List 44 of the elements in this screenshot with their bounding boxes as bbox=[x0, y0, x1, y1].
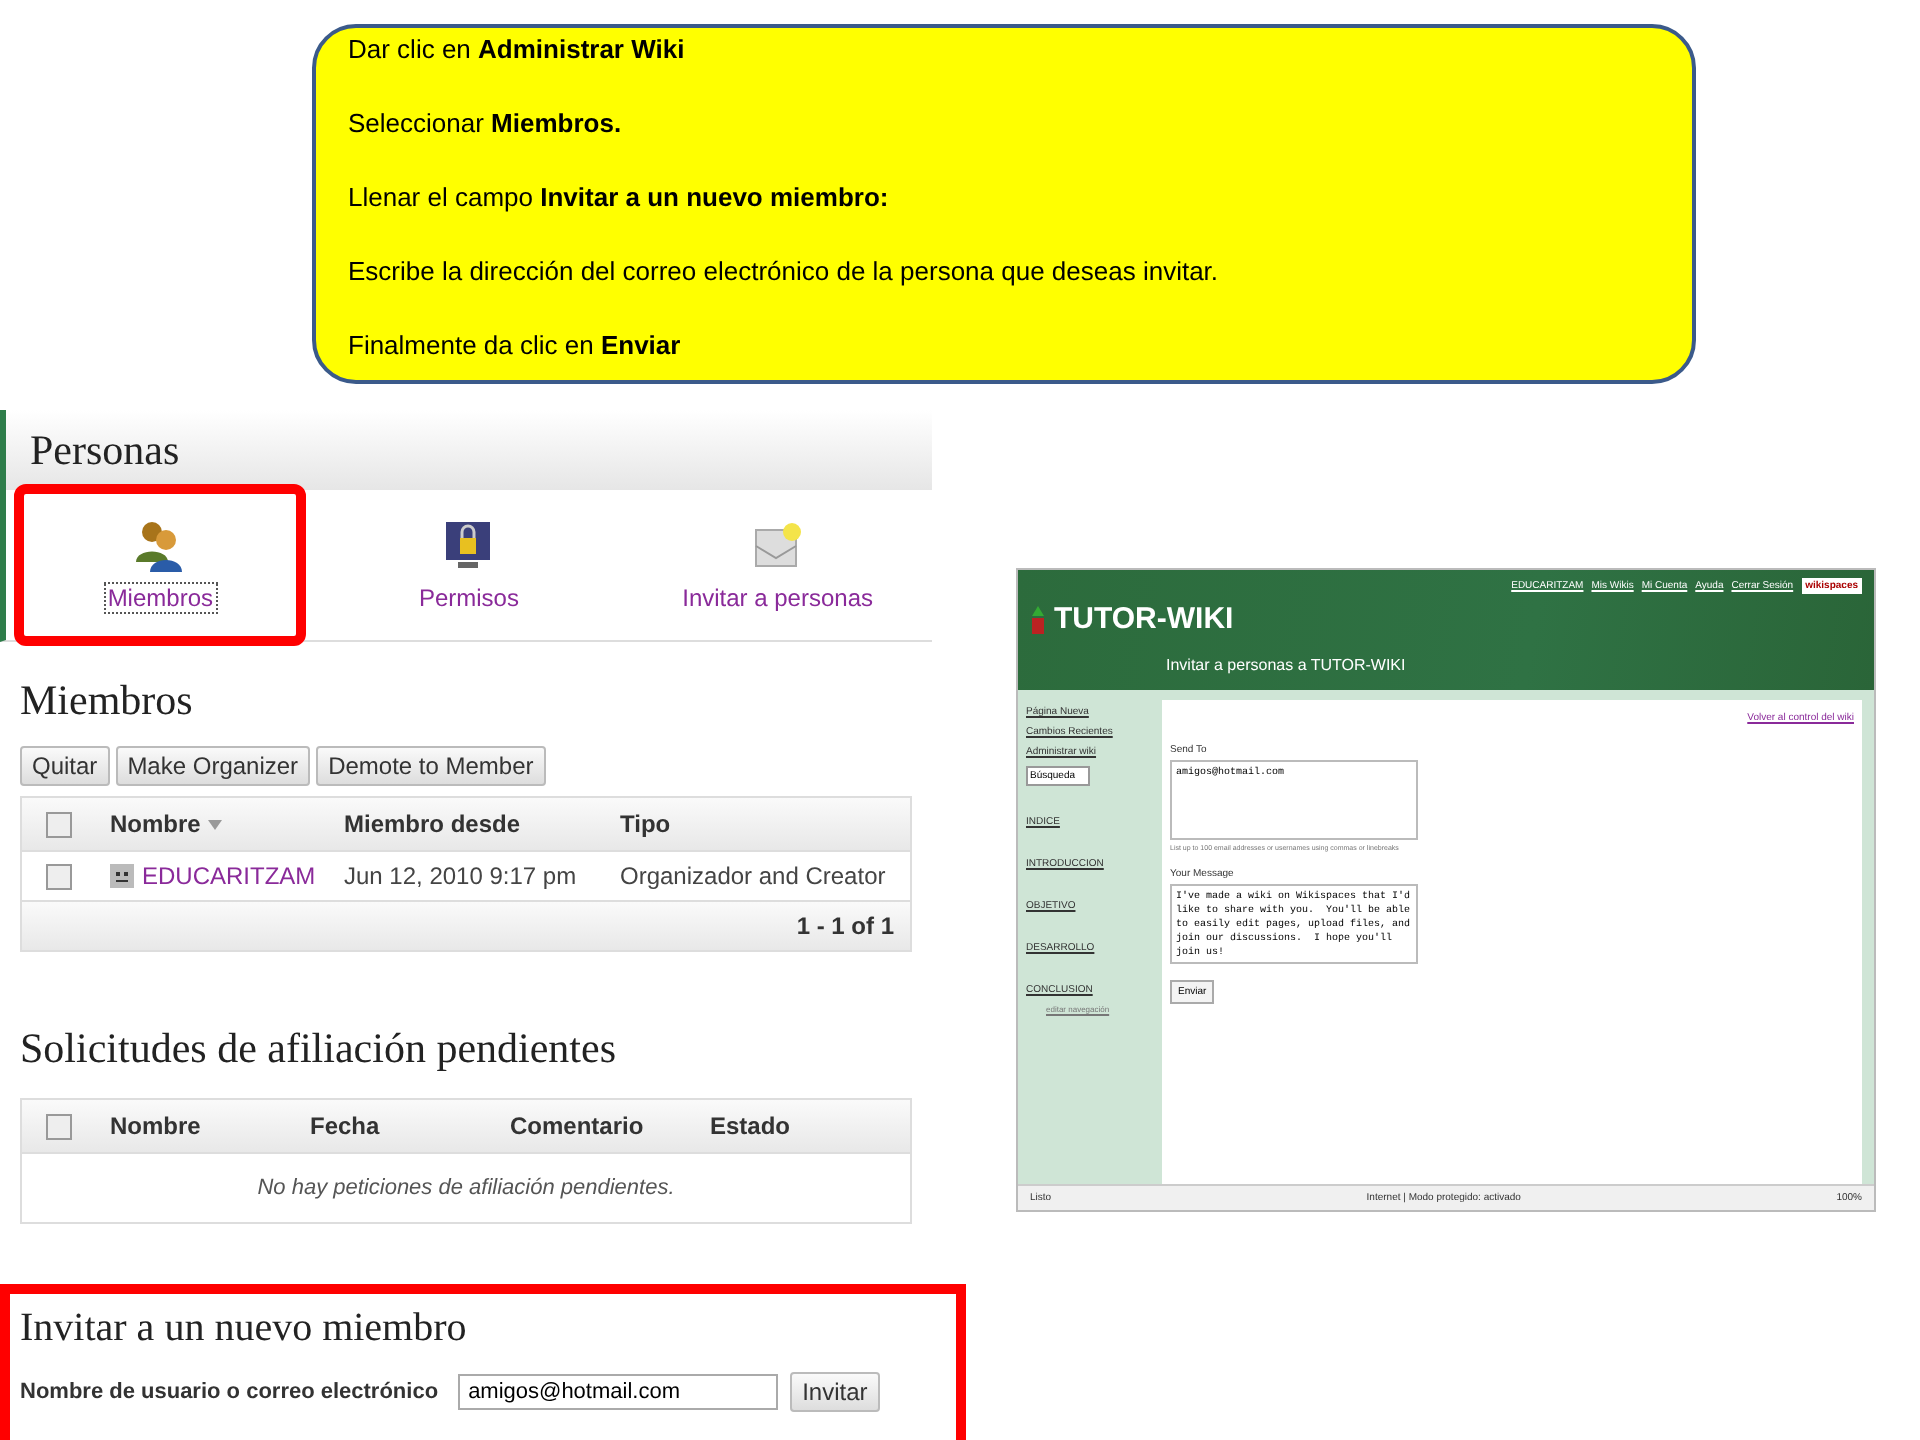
pager-text: 1 - 1 of 1 bbox=[796, 912, 894, 940]
wiki-logo: TUTOR-WIKI bbox=[1030, 602, 1234, 636]
envelope-icon bbox=[751, 517, 804, 573]
section-title: Miembros bbox=[20, 676, 195, 726]
field-label: Nombre de usuario o correo electrónico bbox=[20, 1380, 439, 1404]
column-header: Tipo bbox=[620, 810, 673, 838]
action-button[interactable]: Demote to Member bbox=[316, 746, 546, 786]
instruction-text: Escribe la dirección del correo electrónico de la persona que deseas invitar. bbox=[348, 254, 1221, 290]
checkbox[interactable] bbox=[46, 863, 72, 889]
column-header: Comentario bbox=[510, 1112, 646, 1140]
invite-button[interactable]: Invitar bbox=[790, 1372, 880, 1412]
instruction-text: Finalmente da clic en Enviar bbox=[348, 328, 683, 364]
instruction-text: Llenar el campo Invitar a un nuevo miembro: bbox=[348, 180, 891, 216]
plant-icon bbox=[1030, 605, 1046, 633]
column-header[interactable]: Nombre bbox=[110, 810, 201, 838]
column-header: Fecha bbox=[310, 1112, 382, 1140]
tab-label: Invitar a personas bbox=[680, 581, 875, 613]
member-link[interactable]: EDUCARITZAM bbox=[142, 862, 316, 890]
instruction-text: Seleccionar Miembros. bbox=[348, 106, 624, 142]
tab-label: Permisos bbox=[416, 581, 521, 613]
checkbox[interactable] bbox=[46, 811, 72, 837]
column-header: Nombre bbox=[110, 1112, 203, 1140]
section-title: Personas bbox=[0, 410, 932, 490]
empty-message: No hay peticiones de afiliación pendientes. bbox=[257, 1176, 675, 1200]
tab-label: Miembros bbox=[103, 581, 217, 613]
table-cell-text: Jun 12, 2010 9:17 pm bbox=[344, 862, 579, 890]
people-icon bbox=[134, 517, 187, 573]
table-cell-text: Organizador and Creator bbox=[620, 862, 888, 890]
section-title: Solicitudes de afiliación pendientes bbox=[20, 1024, 618, 1074]
avatar-icon bbox=[110, 864, 134, 888]
column-header: Estado bbox=[710, 1112, 793, 1140]
people-tab[interactable]: Invitar a personas bbox=[637, 490, 918, 640]
page-title: Invitar a personas a TUTOR-WIKI bbox=[1166, 656, 1408, 674]
people-tab[interactable]: Permisos bbox=[328, 490, 609, 640]
action-button[interactable]: Make Organizer bbox=[115, 746, 311, 786]
instruction-text: Dar clic en Administrar Wiki bbox=[348, 32, 687, 68]
action-button[interactable]: Quitar bbox=[20, 746, 110, 786]
monitor-lock-icon bbox=[442, 517, 495, 573]
checkbox[interactable] bbox=[46, 1113, 72, 1139]
column-header: Miembro desde bbox=[344, 810, 523, 838]
people-tab[interactable]: Miembros bbox=[20, 490, 301, 640]
section-title: Invitar a un nuevo miembro bbox=[20, 1306, 469, 1352]
email-field[interactable]: amigos@hotmail.com bbox=[458, 1374, 779, 1410]
sort-caret-icon[interactable] bbox=[208, 819, 223, 829]
